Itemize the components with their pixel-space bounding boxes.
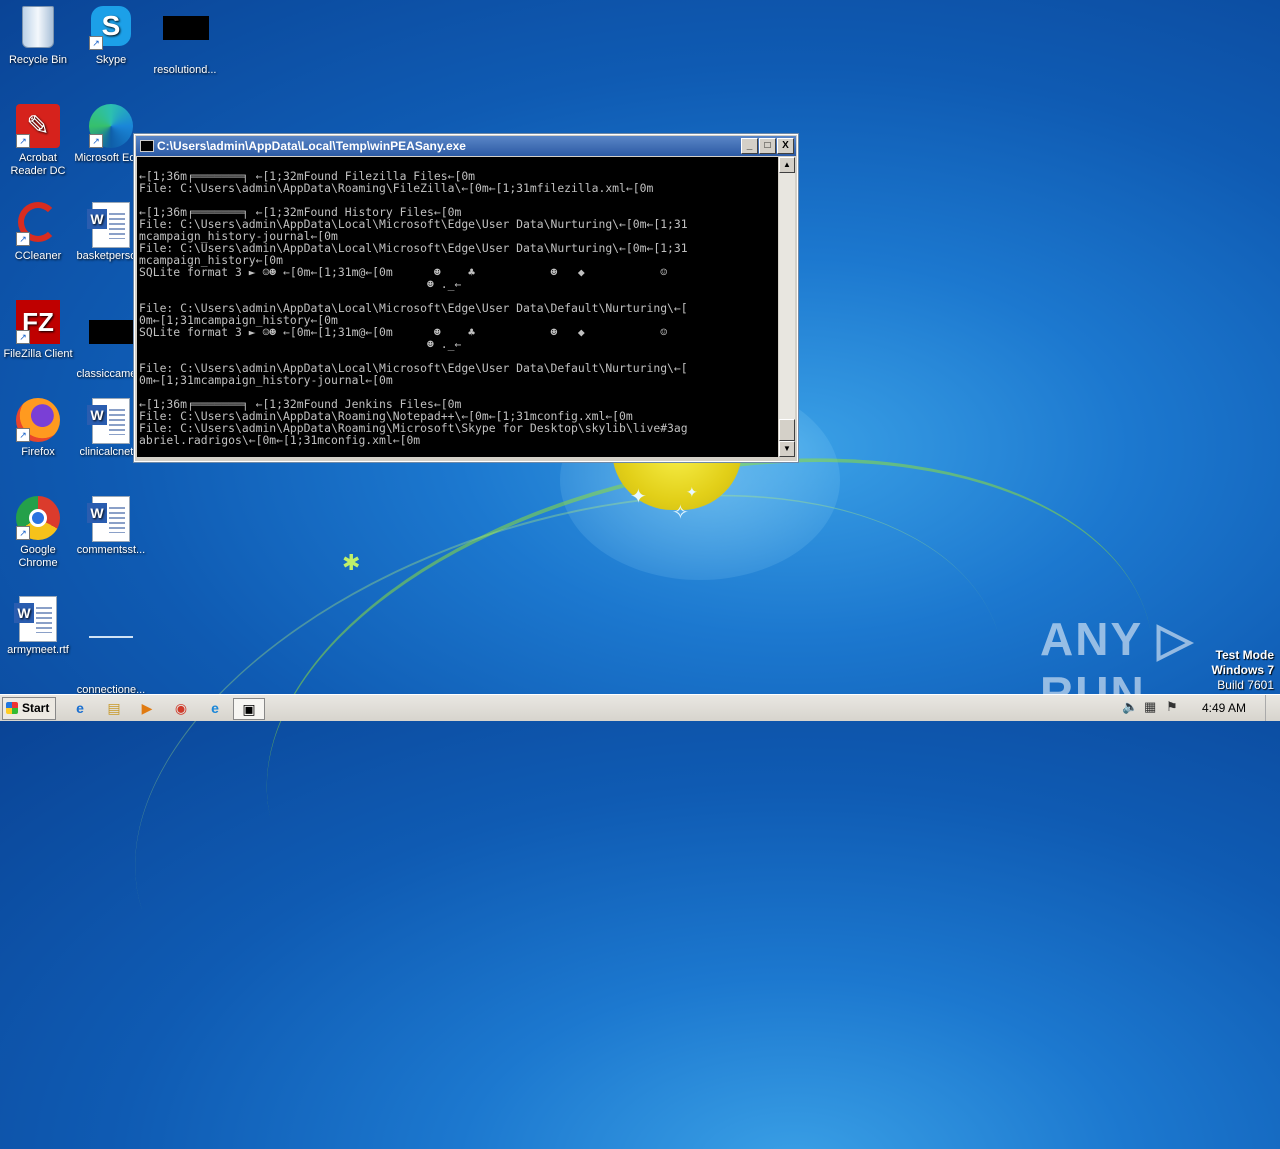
redacted-thumbnail-icon [163,16,209,60]
blank-file-icon [89,636,133,680]
test-mode-label: Test Mode [1215,648,1274,662]
action-center-icon[interactable]: ⚑ [1166,699,1178,715]
scroll-up-button[interactable]: ▲ [779,157,795,173]
shortcut-arrow-icon: ↗ [89,134,103,148]
desktop-icon-commentsst[interactable]: commentsst... [73,496,149,557]
taskbar-explorer[interactable]: ▤ [102,698,126,718]
desktop-icon-resolution[interactable]: resolutiond... [147,6,223,77]
test-mode-notice: Test Mode Windows 7 Build 7601 [1211,648,1274,693]
taskbar-console[interactable]: ▣ [233,698,265,720]
word-document-icon [87,202,133,248]
redacted-thumbnail-icon [89,320,135,364]
speaker-icon[interactable]: 🔈 [1122,699,1138,715]
shortcut-arrow-icon: ↗ [16,526,30,540]
scroll-thumb[interactable] [779,419,795,441]
taskbar-internet-explorer[interactable]: e [68,698,92,718]
word-document-icon [87,398,133,444]
edge-icon: ↗ [89,104,133,148]
desktop-icon-recycle-bin[interactable]: Recycle Bin [0,6,76,67]
console-app-icon [140,140,154,152]
console-window[interactable]: C:\Users\admin\AppData\Local\Temp\winPEA… [133,133,799,463]
console-output-text: ←[1;36m╒═══════╕ ←[1;32mFound Filezilla … [139,169,688,447]
windows-version-label: Windows 7 [1211,663,1274,677]
scroll-down-button[interactable]: ▼ [779,441,795,457]
acrobat-icon: ✎ ↗ [16,104,60,148]
wallpaper-sparkle: ✦ [686,484,698,500]
vertical-scrollbar[interactable]: ▲ ▼ [779,157,795,457]
desktop-icon-skype[interactable]: S ↗ Skype [73,6,149,67]
console-titlebar[interactable]: C:\Users\admin\AppData\Local\Temp\winPEA… [136,136,796,156]
word-document-icon [14,596,60,642]
taskbar-chrome[interactable]: ◉ [169,698,193,718]
desktop-icon-filezilla[interactable]: FZ ↗ FileZilla Client [0,300,76,361]
desktop-icon-armymeet[interactable]: armymeet.rtf [0,596,76,657]
console-output-area[interactable]: ←[1;36m╒═══════╕ ←[1;32mFound Filezilla … [137,157,778,457]
shortcut-arrow-icon: ↗ [16,428,30,442]
network-icon[interactable]: ▦ [1144,699,1156,715]
wallpaper-sparkle: ✧ [672,502,689,524]
desktop-icon-connectione[interactable]: connectione... [73,596,149,697]
shortcut-arrow-icon: ↗ [16,330,30,344]
maximize-button[interactable]: □ [759,138,776,154]
taskbar: Start e ▤ ▶ ◉ e ▣ 🔈 ▦ ⚑ 4:49 AM [0,694,1280,721]
shortcut-arrow-icon: ↗ [89,36,103,50]
console-title: C:\Users\admin\AppData\Local\Temp\winPEA… [157,139,466,153]
show-desktop-button[interactable] [1265,695,1280,721]
desktop-icon-acrobat[interactable]: ✎ ↗ Acrobat Reader DC [0,104,76,178]
build-label: Build 7601 [1217,678,1274,692]
wallpaper-sparkle: ✦ [630,486,647,508]
desktop-icon-chrome[interactable]: ↗ Google Chrome [0,496,76,570]
close-button[interactable]: X [777,138,794,154]
filezilla-icon: FZ ↗ [16,300,60,344]
desktop-icon-ccleaner[interactable]: ↗ CCleaner [0,202,76,263]
wallpaper-sparkle: ✱ [342,550,361,575]
shortcut-arrow-icon: ↗ [16,134,30,148]
shortcut-arrow-icon: ↗ [16,232,30,246]
recycle-bin-icon [16,6,60,50]
taskbar-media-player[interactable]: ▶ [135,698,159,718]
chrome-icon: ↗ [16,496,60,540]
word-document-icon [87,496,133,542]
clock[interactable]: 4:49 AM [1202,701,1246,715]
skype-icon: S ↗ [89,6,133,50]
minimize-button[interactable]: _ [741,138,758,154]
system-tray: 🔈 ▦ ⚑ 4:49 AM [1122,695,1280,721]
start-button[interactable]: Start [2,697,56,720]
windows-flag-icon [6,702,18,714]
firefox-icon: ↗ [16,398,60,442]
taskbar-edge[interactable]: e [203,698,227,718]
desktop-icon-firefox[interactable]: ↗ Firefox [0,398,76,459]
ccleaner-icon: ↗ [16,202,60,246]
